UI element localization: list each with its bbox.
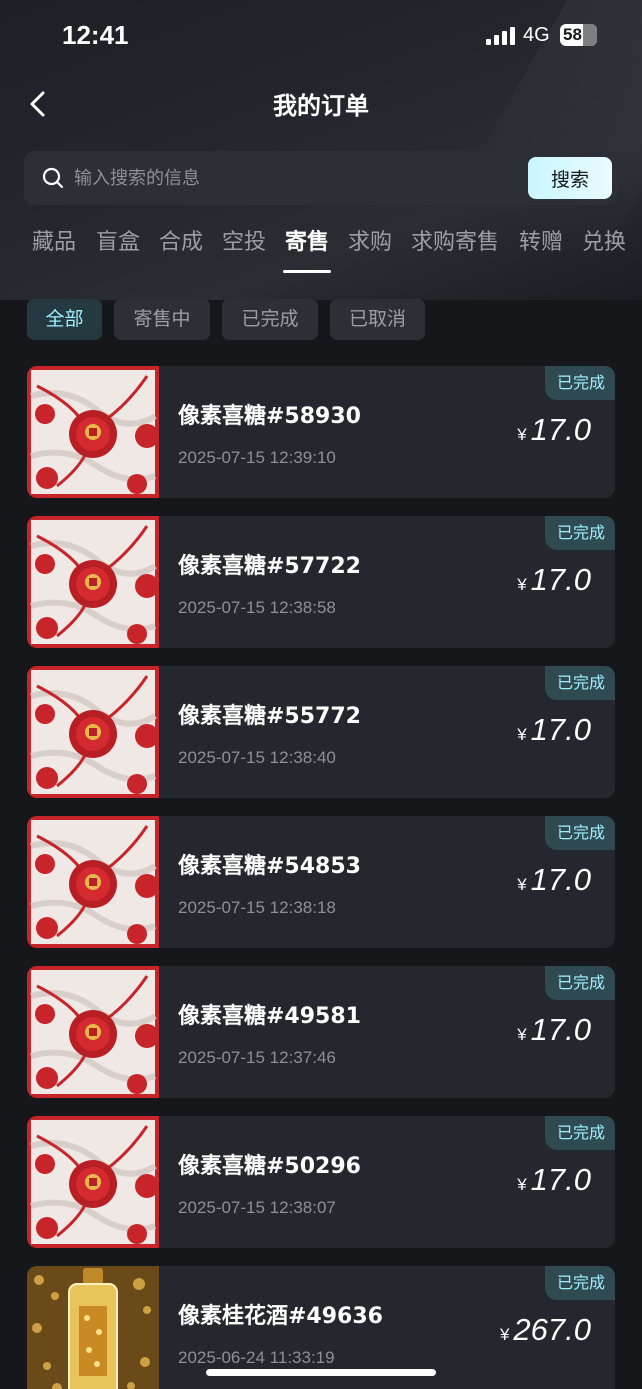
- signal-icon: [486, 27, 518, 45]
- tab-blind-box[interactable]: 盲盒: [96, 224, 140, 256]
- candy-thumbnail: [27, 366, 159, 498]
- status-badge: 已完成: [544, 1266, 615, 1300]
- order-item[interactable]: 像素喜糖#54853 2025-07-15 12:38:18 已完成 ¥17.0: [27, 816, 615, 948]
- currency-symbol: ¥: [517, 1025, 527, 1044]
- candy-thumbnail: [27, 966, 159, 1098]
- order-item-price: ¥267.0: [500, 1312, 591, 1348]
- page-title: 我的订单: [273, 92, 369, 120]
- search-icon: [42, 167, 64, 189]
- order-item-price: ¥17.0: [517, 1012, 591, 1048]
- filter-all[interactable]: 全部: [27, 299, 102, 340]
- search-bar: 搜索: [24, 151, 618, 205]
- currency-symbol: ¥: [517, 575, 527, 594]
- tab-consignment[interactable]: 寄售: [285, 224, 329, 256]
- order-item-name: 像素桂花酒#49636: [178, 1304, 383, 1329]
- search-input[interactable]: [74, 161, 514, 195]
- price-value: 17.0: [530, 1162, 591, 1197]
- tab-purchase-consignment[interactable]: 求购寄售: [411, 224, 499, 256]
- network-type: 4G: [523, 24, 550, 46]
- price-value: 17.0: [530, 712, 591, 747]
- price-value: 17.0: [530, 1012, 591, 1047]
- price-value: 17.0: [530, 862, 591, 897]
- status-badge: 已完成: [544, 666, 615, 700]
- candy-thumbnail: [27, 666, 159, 798]
- price-value: 267.0: [513, 1312, 591, 1347]
- status-bar: 12:41 4G 58: [0, 0, 642, 72]
- order-item-date: 2025-07-15 12:39:10: [178, 448, 336, 467]
- order-item-name: 像素喜糖#58930: [178, 404, 361, 429]
- order-item-date: 2025-06-24 11:33:19: [178, 1348, 335, 1367]
- order-item[interactable]: 像素喜糖#50296 2025-07-15 12:38:07 已完成 ¥17.0: [27, 1116, 615, 1248]
- status-badge: 已完成: [544, 366, 615, 400]
- tab-transfer[interactable]: 转赠: [519, 224, 563, 256]
- filter-completed[interactable]: 已完成: [222, 299, 318, 340]
- currency-symbol: ¥: [517, 425, 527, 444]
- status-badge: 已完成: [544, 816, 615, 850]
- wine-thumbnail: [27, 1266, 159, 1389]
- order-type-tabs: 藏品 盲盒 合成 空投 寄售 求购 求购寄售 转赠 兑换: [0, 220, 642, 274]
- tab-synthesis[interactable]: 合成: [159, 224, 203, 256]
- order-item-price: ¥17.0: [517, 562, 591, 598]
- filter-cancelled[interactable]: 已取消: [330, 299, 425, 340]
- order-item-date: 2025-07-15 12:38:58: [178, 598, 336, 617]
- candy-thumbnail: [27, 516, 159, 648]
- battery-level: 58: [563, 25, 582, 44]
- status-badge: 已完成: [544, 1116, 615, 1150]
- price-value: 17.0: [530, 562, 591, 597]
- order-item-date: 2025-07-15 12:38:18: [178, 898, 336, 917]
- order-item-name: 像素喜糖#54853: [178, 854, 361, 879]
- tab-airdrop[interactable]: 空投: [222, 224, 266, 256]
- status-time: 12:41: [62, 20, 129, 50]
- status-badge: 已完成: [544, 516, 615, 550]
- order-item-name: 像素喜糖#49581: [178, 1004, 361, 1029]
- search-button[interactable]: 搜索: [528, 157, 612, 199]
- order-item-price: ¥17.0: [517, 412, 591, 448]
- candy-thumbnail: [27, 816, 159, 948]
- order-item-name: 像素喜糖#50296: [178, 1154, 361, 1179]
- candy-thumbnail: [27, 1116, 159, 1248]
- tab-exchange[interactable]: 兑换: [582, 224, 626, 256]
- order-item[interactable]: 像素喜糖#58930 2025-07-15 12:39:10 已完成 ¥17.0: [27, 366, 615, 498]
- tab-collection[interactable]: 藏品: [32, 224, 76, 256]
- home-indicator: [206, 1369, 436, 1376]
- battery-icon: 58: [560, 24, 597, 46]
- tab-purchase-request[interactable]: 求购: [348, 224, 392, 256]
- order-item-date: 2025-07-15 12:38:40: [178, 748, 336, 767]
- order-item-name: 像素喜糖#55772: [178, 704, 361, 729]
- status-badge: 已完成: [544, 966, 615, 1000]
- order-item[interactable]: 像素喜糖#49581 2025-07-15 12:37:46 已完成 ¥17.0: [27, 966, 615, 1098]
- order-item[interactable]: 像素喜糖#57722 2025-07-15 12:38:58 已完成 ¥17.0: [27, 516, 615, 648]
- order-item[interactable]: 像素喜糖#55772 2025-07-15 12:38:40 已完成 ¥17.0: [27, 666, 615, 798]
- price-value: 17.0: [530, 412, 591, 447]
- active-tab-indicator: [283, 270, 331, 273]
- order-item-date: 2025-07-15 12:37:46: [178, 1048, 336, 1067]
- currency-symbol: ¥: [517, 725, 527, 744]
- currency-symbol: ¥: [517, 1175, 527, 1194]
- order-item-price: ¥17.0: [517, 712, 591, 748]
- order-item-name: 像素喜糖#57722: [178, 554, 361, 579]
- order-item-date: 2025-07-15 12:38:07: [178, 1198, 336, 1217]
- currency-symbol: ¥: [499, 1325, 510, 1344]
- order-item-price: ¥17.0: [517, 1162, 591, 1198]
- order-item-price: ¥17.0: [517, 862, 591, 898]
- currency-symbol: ¥: [517, 875, 527, 894]
- filter-on-sale[interactable]: 寄售中: [114, 299, 210, 340]
